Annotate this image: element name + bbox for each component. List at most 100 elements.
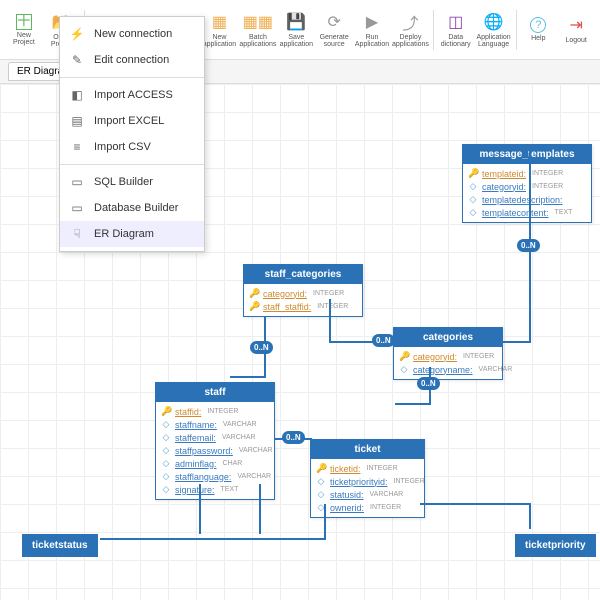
toolbar-help[interactable]: ? Help [520, 5, 556, 55]
toolbar-batch-applications[interactable]: ▦▦ Batch applications [239, 5, 276, 55]
field-name: signature: [175, 485, 215, 495]
cardinality-badge: 0..N [417, 377, 440, 390]
entity-fields: 🔑categoryid:INTEGER 🔑staff_staffid:INTEG… [244, 284, 362, 316]
separator [433, 10, 434, 50]
toolbar-run-application[interactable]: ▶ Run Application [354, 5, 390, 55]
cardinality-badge: 0..N [372, 334, 395, 347]
toolbar-generate-source[interactable]: ⟳ Generate source [316, 5, 352, 55]
entity-message-templates[interactable]: message_templates 🔑templateid:INTEGER ◇c… [462, 144, 592, 223]
logout-icon: ⇥ [566, 15, 586, 35]
entity-staff[interactable]: staff 🔑staffid:INTEGER ◇staffname:VARCHA… [155, 382, 275, 500]
toolbar-label: Application Language [476, 34, 512, 48]
field-name: adminflag: [175, 459, 217, 469]
pointer-icon: ☟ [70, 227, 84, 241]
field-name: staffid: [175, 407, 201, 417]
database-dropdown: ⚡ New connection ✎ Edit connection ◧ Imp… [59, 16, 205, 252]
cardinality-badge: 0..N [282, 431, 305, 444]
toolbar-label: New Project [6, 32, 42, 46]
dropdown-import-excel[interactable]: ▤ Import EXCEL [60, 108, 204, 134]
db-icon: ▭ [70, 201, 84, 215]
diamond-icon: ◇ [316, 476, 326, 487]
entity-fields: 🔑templateid:INTEGER ◇categoryid:INTEGER … [463, 164, 591, 222]
toolbar-new-application[interactable]: ▦ New application [202, 5, 238, 55]
grid-icon: ▦ [209, 12, 229, 32]
cardinality-badge: 0..N [517, 239, 540, 252]
entity-categories[interactable]: categories 🔑categoryid:INTEGER ◇category… [393, 327, 503, 380]
dropdown-label: Edit connection [94, 54, 169, 66]
toolbar-save-application[interactable]: 💾 Save application [278, 5, 314, 55]
toolbar-application-language[interactable]: 🌐 Application Language [476, 5, 512, 55]
field-name: categoryid: [413, 352, 457, 362]
field-name: categoryid: [482, 182, 526, 192]
diamond-icon: ◇ [468, 194, 478, 205]
field-type: TEXT [555, 209, 573, 216]
field-type: VARCHAR [223, 421, 257, 428]
field-type: VARCHAR [237, 473, 271, 480]
entity-staff-categories[interactable]: staff_categories 🔑categoryid:INTEGER 🔑st… [243, 264, 363, 317]
toolbar-label: New application [202, 34, 238, 48]
bolt-icon: ⚡ [70, 27, 84, 41]
key-icon: 🔑 [316, 463, 326, 474]
diamond-icon: ◇ [468, 181, 478, 192]
toolbar-label: Deploy applications [392, 34, 429, 48]
deploy-icon: ⤴ [400, 12, 420, 32]
dropdown-import-csv[interactable]: ≡ Import CSV [60, 134, 204, 160]
entity-title: categories [394, 328, 502, 347]
dropdown-label: Import CSV [94, 141, 151, 153]
toolbar-new-project[interactable]: ＋ New Project [6, 5, 42, 55]
diamond-icon: ◇ [161, 432, 171, 443]
field-type: INTEGER [532, 183, 563, 190]
dropdown-import-access[interactable]: ◧ Import ACCESS [60, 82, 204, 108]
field-name: categoryid: [263, 289, 307, 299]
dropdown-database-builder[interactable]: ▭ Database Builder [60, 195, 204, 221]
field-type: CHAR [223, 460, 243, 467]
edit-icon: ✎ [70, 53, 84, 67]
entity-fields: 🔑ticketid:INTEGER ◇ticketpriorityid:INTE… [311, 459, 424, 517]
field-type: TEXT [221, 486, 239, 493]
key-icon: 🔑 [161, 406, 171, 417]
dropdown-sql-builder[interactable]: ▭ SQL Builder [60, 169, 204, 195]
field-type: INTEGER [317, 303, 348, 310]
field-name: ticketpriorityid: [330, 477, 388, 487]
field-type: INTEGER [370, 504, 401, 511]
field-type: VARCHAR [370, 491, 404, 498]
dropdown-label: New connection [94, 28, 172, 40]
field-name: statusid: [330, 490, 364, 500]
diamond-icon: ◇ [161, 458, 171, 469]
field-type: INTEGER [463, 353, 494, 360]
field-name: stafflanguage: [175, 472, 231, 482]
field-name: staffname: [175, 420, 217, 430]
dropdown-edit-connection[interactable]: ✎ Edit connection [60, 47, 204, 73]
field-type: VARCHAR [222, 434, 256, 441]
toolbar-label: Data dictionary [438, 34, 474, 48]
dropdown-er-diagram[interactable]: ☟ ER Diagram [60, 221, 204, 247]
toolbar-deploy-applications[interactable]: ⤴ Deploy applications [392, 5, 429, 55]
dictionary-icon: ◫ [446, 12, 466, 32]
field-type: INTEGER [532, 170, 563, 177]
play-icon: ▶ [362, 12, 382, 32]
field-type: VARCHAR [239, 447, 273, 454]
help-icon: ? [530, 17, 546, 33]
key-icon: 🔑 [249, 288, 259, 299]
entity-ticketstatus[interactable]: ticketstatus [22, 534, 98, 557]
excel-icon: ▤ [70, 114, 84, 128]
toolbar-logout[interactable]: ⇥ Logout [558, 5, 594, 55]
entity-ticketpriority[interactable]: ticketpriority [515, 534, 596, 557]
field-name: ownerid: [330, 503, 364, 513]
sql-icon: ▭ [70, 175, 84, 189]
entity-ticket[interactable]: ticket 🔑ticketid:INTEGER ◇ticketpriority… [310, 439, 425, 518]
key-icon: 🔑 [468, 168, 478, 179]
entity-fields: 🔑categoryid:INTEGER ◇categoryname:VARCHA… [394, 347, 502, 379]
field-type: INTEGER [367, 465, 398, 472]
generate-icon: ⟳ [324, 12, 344, 32]
dropdown-new-connection[interactable]: ⚡ New connection [60, 21, 204, 47]
toolbar-label: Generate source [316, 34, 352, 48]
separator [516, 10, 517, 50]
field-type: INTEGER [394, 478, 425, 485]
toolbar-data-dictionary[interactable]: ◫ Data dictionary [438, 5, 474, 55]
dropdown-label: SQL Builder [94, 176, 153, 188]
field-type: INTEGER [313, 290, 344, 297]
dropdown-label: Import EXCEL [94, 115, 164, 127]
key-icon: 🔑 [249, 301, 259, 312]
field-name: templatedescription: [482, 195, 563, 205]
